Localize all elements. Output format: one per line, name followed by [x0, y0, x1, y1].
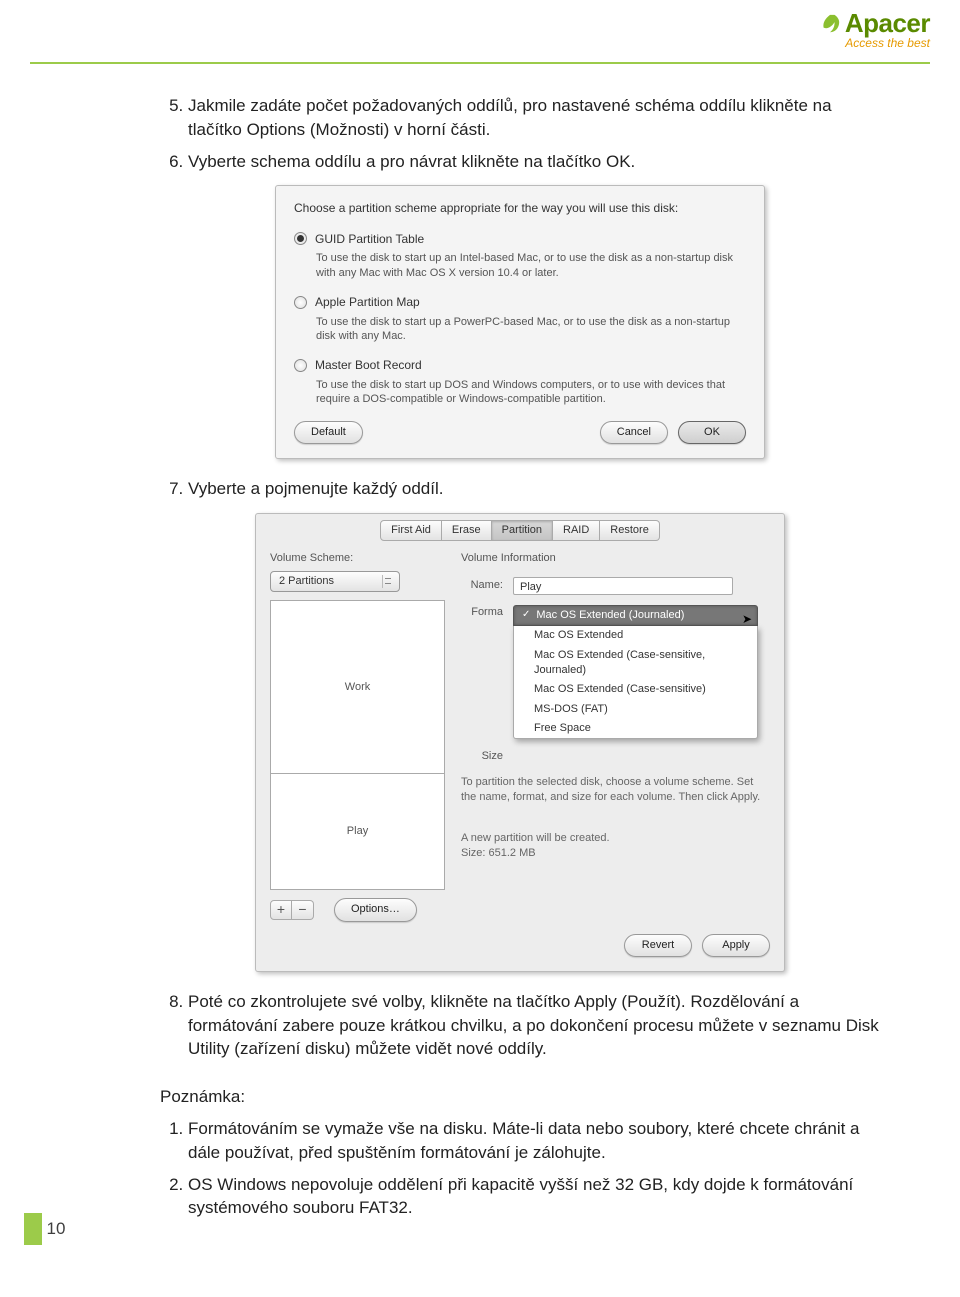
partition-layout[interactable]: Work Play	[270, 600, 445, 890]
format-opt-cs-journaled[interactable]: Mac OS Extended (Case-sensitive, Journal…	[514, 646, 757, 681]
radio-guid[interactable]	[294, 232, 307, 245]
brand-tagline: Access the best	[819, 36, 930, 50]
help-line1: To partition the selected disk, choose a…	[461, 776, 753, 788]
opt-apm-title: Apple Partition Map	[315, 294, 420, 311]
ok-button[interactable]: OK	[678, 421, 746, 444]
format-options: Mac OS Extended Mac OS Extended (Case-se…	[513, 626, 758, 739]
format-label: Forma	[461, 605, 503, 620]
size-label: Size	[461, 749, 503, 764]
note-heading: Poznámka:	[160, 1085, 880, 1109]
page-header: Apacer Access the best	[30, 0, 930, 64]
tab-raid[interactable]: RAID	[553, 520, 600, 541]
cursor-icon: ➤	[742, 611, 752, 628]
info-line2: Size: 651.2 MB	[461, 847, 536, 859]
format-opt-extended[interactable]: Mac OS Extended	[514, 626, 757, 645]
opt-mbr-desc: To use the disk to start up DOS and Wind…	[316, 378, 746, 407]
partition-work[interactable]: Work	[271, 601, 444, 774]
options-button[interactable]: Options…	[334, 898, 417, 921]
brand-leaf-icon	[819, 13, 841, 35]
help-line2: the name, format, and size for each volu…	[461, 791, 760, 803]
opt-guid-title: GUID Partition Table	[315, 231, 424, 248]
note-1: Formátováním se vymaže vše na disku. Mát…	[188, 1117, 880, 1165]
disk-utility-tabs: First Aid Erase Partition RAID Restore	[256, 514, 784, 551]
page-content: Jakmile zadáte počet požadovaných oddílů…	[0, 64, 960, 1220]
step-6: Vyberte schema oddílu a pro návrat klikn…	[188, 150, 880, 174]
name-label: Name:	[461, 578, 503, 593]
revert-button[interactable]: Revert	[624, 934, 692, 957]
opt-apm-desc: To use the disk to start up a PowerPC-ba…	[316, 315, 746, 344]
disk-utility-panel: First Aid Erase Partition RAID Restore V…	[255, 513, 785, 972]
step-5: Jakmile zadáte počet požadovaných oddílů…	[188, 94, 880, 142]
step-8: Poté co zkontrolujete své volby, kliknět…	[188, 990, 880, 1061]
add-partition-button[interactable]: +	[270, 900, 292, 920]
format-opt-cs[interactable]: Mac OS Extended (Case-sensitive)	[514, 680, 757, 699]
volume-scheme-label: Volume Scheme:	[270, 551, 445, 566]
dlg1-intro: Choose a partition scheme appropriate fo…	[294, 200, 746, 216]
brand-name: Apacer	[845, 8, 930, 39]
page-number-tab: 10	[24, 1213, 70, 1245]
cancel-button[interactable]: Cancel	[600, 421, 668, 444]
partition-scheme-dialog: Choose a partition scheme appropriate fo…	[275, 185, 765, 459]
page-number: 10	[47, 1219, 66, 1239]
tab-erase[interactable]: Erase	[442, 520, 492, 541]
format-opt-free[interactable]: Free Space	[514, 719, 757, 738]
partition-play[interactable]: Play	[271, 774, 444, 889]
note-2: OS Windows nepovoluje oddělení při kapac…	[188, 1173, 880, 1221]
opt-mbr-title: Master Boot Record	[315, 357, 422, 374]
tab-firstaid[interactable]: First Aid	[380, 520, 442, 541]
info-line1: A new partition will be created.	[461, 832, 610, 844]
step-7: Vyberte a pojmenujte každý oddíl.	[188, 477, 880, 501]
name-field[interactable]: Play	[513, 577, 733, 595]
radio-mbr[interactable]	[294, 359, 307, 372]
tab-partition[interactable]: Partition	[492, 520, 553, 541]
format-menu[interactable]: Mac OS Extended (Journaled) ➤ Mac OS Ext…	[513, 605, 758, 740]
apply-button[interactable]: Apply	[702, 934, 770, 957]
format-opt-msdos[interactable]: MS-DOS (FAT)	[514, 700, 757, 719]
remove-partition-button[interactable]: −	[292, 900, 314, 920]
volume-scheme-popup[interactable]: 2 Partitions	[270, 571, 400, 592]
volume-info-label: Volume Information	[461, 551, 770, 566]
format-selected[interactable]: Mac OS Extended (Journaled)	[513, 605, 758, 626]
brand-block: Apacer Access the best	[819, 8, 930, 50]
tab-restore[interactable]: Restore	[600, 520, 660, 541]
default-button[interactable]: Default	[294, 421, 363, 444]
radio-apm[interactable]	[294, 296, 307, 309]
opt-guid-desc: To use the disk to start up an Intel-bas…	[316, 251, 746, 280]
